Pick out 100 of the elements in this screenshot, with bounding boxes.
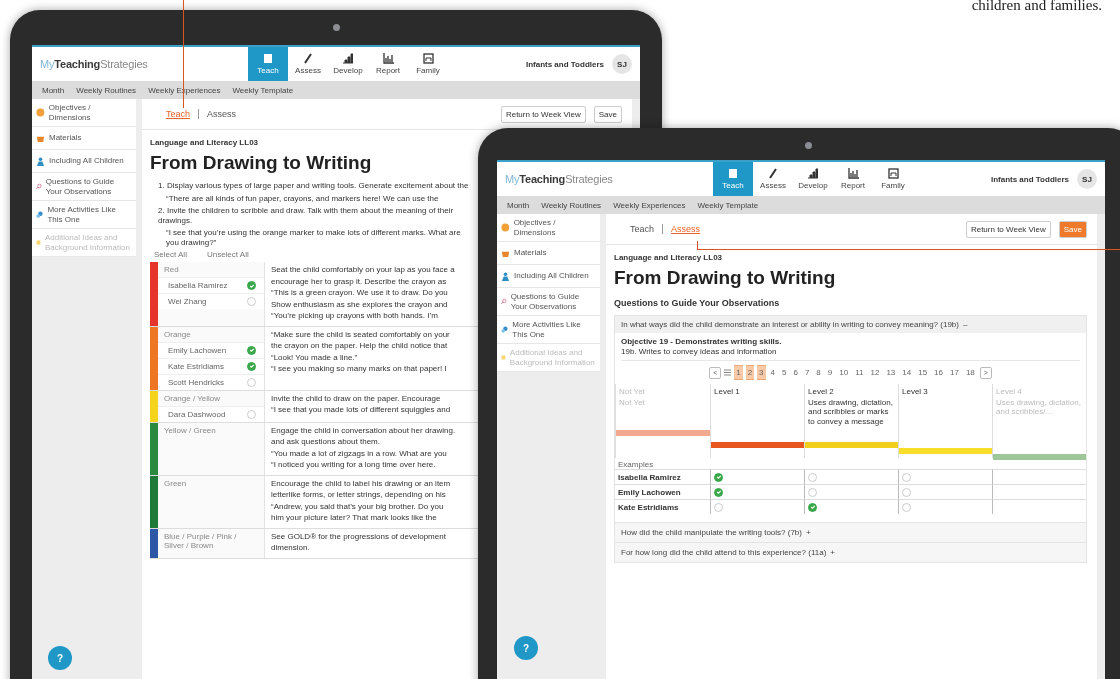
view-tab[interactable]: Assess <box>671 224 701 234</box>
page-number[interactable]: 6 <box>791 365 800 380</box>
sidebar-item[interactable]: Including All Children <box>32 150 136 173</box>
question-header[interactable]: In what ways did the child demonstrate an interest or ability in writing to convey meaning? (19b) – <box>615 316 1086 333</box>
page-number[interactable]: 13 <box>884 365 898 380</box>
toggle-sign[interactable]: + <box>830 548 835 557</box>
program-name[interactable]: Infants and Toddlers <box>990 174 1069 184</box>
page-title: From Drawing to Writing <box>614 267 837 289</box>
nav-tab[interactable]: Report <box>368 47 408 81</box>
program-name[interactable]: Infants and Toddlers <box>525 59 604 69</box>
check-circle[interactable] <box>902 487 911 497</box>
check-circle[interactable] <box>247 281 256 290</box>
nav-tab[interactable]: Report <box>833 162 873 196</box>
band-label: Orange <box>163 328 192 341</box>
sidebar-item[interactable]: Objectives / Dimensions <box>32 99 136 127</box>
page-number[interactable]: 11 <box>853 365 866 380</box>
sub-nav-link[interactable]: Weekly Routines <box>541 200 602 210</box>
student-name: Isabella Ramirez <box>168 281 228 290</box>
section-heading: Questions to Guide Your Observations <box>614 298 781 308</box>
activity-text: “Andrew, you said that’s your big brother. Do you <box>271 501 445 511</box>
check-circle[interactable] <box>808 502 817 512</box>
nav-tab[interactable]: Develop <box>328 47 368 81</box>
sidebar-item[interactable]: Objectives / Dimensions <box>497 214 600 242</box>
page-number[interactable]: 4 <box>768 365 777 380</box>
view-tab[interactable]: Teach <box>630 224 655 234</box>
page-number[interactable]: 5 <box>780 365 789 380</box>
sidebar-item[interactable]: Materials <box>497 242 600 265</box>
action-button[interactable]: Return to Week View <box>500 105 586 123</box>
page-number[interactable]: 12 <box>868 365 882 380</box>
bar-chart-icon <box>847 168 859 179</box>
activity-text: Engage the child in conversation about her drawing. <box>271 425 457 435</box>
page-number[interactable]: 2 <box>745 365 755 380</box>
bar-steps-icon <box>808 168 818 179</box>
view-tab[interactable]: Teach <box>166 109 191 119</box>
puzzle-icon <box>36 210 44 219</box>
activity-text: Show enthusiasm as she explores the crayon and <box>271 299 449 309</box>
check-circle[interactable] <box>247 361 256 371</box>
check-circle[interactable] <box>808 472 817 482</box>
activity-text: “I see you making so many marks on that paper! I <box>271 364 448 374</box>
select-all-link[interactable]: Select All <box>154 250 187 259</box>
sidebar-item[interactable]: Questions to Guide Your Observations <box>32 173 136 201</box>
nav-tab[interactable]: Develop <box>793 162 833 196</box>
nav-tab[interactable]: Assess <box>288 47 328 81</box>
sidebar-item[interactable]: More Activities Like This One <box>32 201 136 229</box>
sidebar-item[interactable]: More Activities Like This One <box>497 316 600 344</box>
page-number[interactable]: 10 <box>837 365 851 380</box>
check-circle[interactable] <box>902 472 911 482</box>
user-avatar[interactable]: SJ <box>612 54 632 74</box>
sub-nav-link[interactable]: Weekly Template <box>232 85 294 95</box>
activity-text: encourage her to grasp it. Describe the crayon as <box>271 276 448 286</box>
check-circle[interactable] <box>808 487 817 497</box>
page-number[interactable]: 15 <box>916 365 930 380</box>
page-number[interactable]: 1 <box>734 365 743 380</box>
camera-icon <box>333 24 340 31</box>
sidebar-item[interactable]: Including All Children <box>497 265 600 288</box>
activity-text: “Make sure the child is seated comfortably on your <box>271 329 451 339</box>
toggle-sign[interactable]: + <box>806 528 811 537</box>
check-circle[interactable] <box>247 345 256 355</box>
sub-nav-link[interactable]: Month <box>507 200 530 210</box>
sun-icon <box>501 223 510 232</box>
page-number[interactable]: 9 <box>825 365 835 380</box>
check-circle[interactable] <box>714 502 723 512</box>
toggle-sign[interactable]: – <box>962 320 968 329</box>
action-button[interactable]: Save <box>593 105 622 123</box>
sub-nav-link[interactable]: Weekly Experiences <box>613 200 686 210</box>
page-title: From Drawing to Writing <box>150 152 373 174</box>
page-number[interactable]: 3 <box>757 365 766 380</box>
person-icon <box>501 271 510 281</box>
view-tab[interactable]: Assess <box>207 109 237 119</box>
nav-tab[interactable]: Family <box>873 162 913 196</box>
sub-nav-link[interactable]: Weekly Routines <box>76 85 137 95</box>
check-circle[interactable] <box>714 472 723 482</box>
sub-nav-link[interactable]: Weekly Template <box>697 200 759 210</box>
unselect-all-link[interactable]: Unselect All <box>206 250 249 259</box>
page-number[interactable]: 18 <box>963 365 977 380</box>
page-number[interactable]: 7 <box>802 365 812 380</box>
note-icon <box>501 353 506 362</box>
student-name: Dara Dashwood <box>168 409 226 419</box>
action-button[interactable]: Return to Week View <box>965 220 1051 238</box>
page-number[interactable]: 17 <box>948 365 961 380</box>
step-text: 1. Display various types of large paper and writing tools. Generate excitement about the <box>158 181 470 191</box>
question-header[interactable]: For how long did the child attend to this experience? (11a) + <box>615 542 1086 562</box>
sidebar-item[interactable]: Questions to Guide Your Observations <box>497 288 600 316</box>
check-circle[interactable] <box>902 502 911 512</box>
list-icon[interactable] <box>724 369 732 376</box>
picture-frame-icon <box>422 53 434 64</box>
nav-tab[interactable]: Assess <box>753 162 793 196</box>
check-circle[interactable] <box>247 297 256 306</box>
user-avatar[interactable]: SJ <box>1077 169 1097 189</box>
check-circle[interactable] <box>247 377 256 387</box>
page-number[interactable]: 14 <box>900 365 914 380</box>
page-number[interactable]: 16 <box>932 365 945 380</box>
page-number[interactable]: 8 <box>814 365 823 380</box>
sidebar-item[interactable]: Materials <box>32 127 136 150</box>
level-label: Level 2 <box>808 387 835 397</box>
question-header[interactable]: How did the child manipulate the writing tools? (7b) + <box>615 522 1086 542</box>
sub-nav-link[interactable]: Month <box>42 85 65 95</box>
check-circle[interactable] <box>247 409 256 419</box>
nav-tab[interactable]: Family <box>408 47 448 81</box>
check-circle[interactable] <box>714 487 723 497</box>
